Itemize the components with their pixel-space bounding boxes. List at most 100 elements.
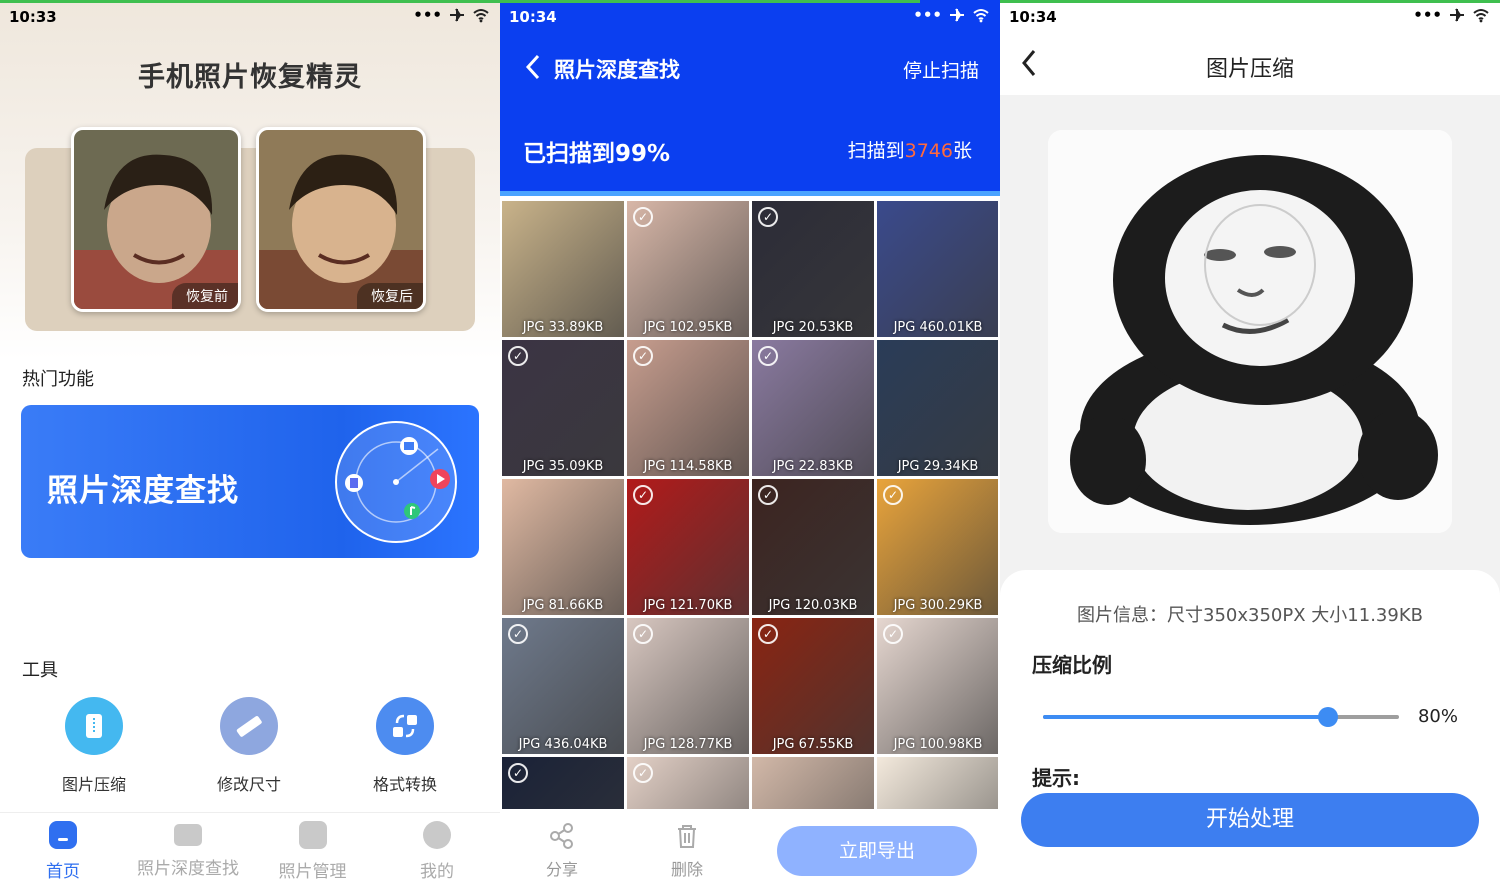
compress-panel: 图片信息：尺寸350x350PX 大小11.39KB 压缩比例 80% 提示: … — [1000, 570, 1500, 888]
before-photo: 恢复前 — [71, 127, 241, 312]
photo-meta: JPG 35.09KB — [522, 459, 604, 474]
photo-thumbnail[interactable]: ✓ JPG 114.58KB — [627, 340, 749, 476]
share-icon — [550, 823, 573, 849]
photo-meta: JPG 100.98KB — [893, 737, 983, 752]
photo-meta: JPG 436.04KB — [518, 737, 608, 752]
select-checkbox[interactable]: ✓ — [508, 763, 528, 783]
panda-meme-image — [1048, 130, 1452, 533]
photo-thumbnail[interactable]: ✓ JPG 102.95KB — [627, 201, 749, 337]
briefcase-icon — [174, 824, 202, 846]
stop-scan-button[interactable]: 停止扫描 — [903, 56, 979, 83]
photo-meta: JPG 128.77KB — [643, 737, 733, 752]
photo-meta: JPG 20.53KB — [772, 320, 854, 335]
photo-meta: JPG 102.95KB — [643, 320, 733, 335]
start-process-button[interactable]: 开始处理 — [1021, 793, 1479, 847]
select-checkbox[interactable]: ✓ — [758, 624, 778, 644]
nav-photo-manage[interactable]: 照片管理 — [275, 821, 350, 882]
photo-thumbnail[interactable] — [752, 757, 874, 809]
select-checkbox[interactable]: ✓ — [758, 485, 778, 505]
photo-thumbnail[interactable]: JPG 81.66KB — [502, 479, 624, 615]
select-checkbox[interactable]: ✓ — [633, 624, 653, 644]
airplane-icon — [1450, 8, 1464, 22]
compress-screen: 10:34 ••• 图片压缩 图片信息：尺寸350x350PX 大小11.39K… — [1000, 0, 1500, 888]
ratio-slider-fill — [1043, 715, 1328, 719]
select-checkbox[interactable]: ✓ — [633, 485, 653, 505]
ratio-slider-knob[interactable] — [1317, 707, 1338, 727]
status-bar: 10:33 ••• — [0, 0, 500, 34]
home-icon — [49, 821, 77, 849]
photo-thumbnail[interactable]: ✓ JPG 22.83KB — [752, 340, 874, 476]
select-checkbox[interactable]: ✓ — [883, 624, 903, 644]
dots-icon: ••• — [413, 6, 442, 24]
select-checkbox[interactable]: ✓ — [883, 485, 903, 505]
ratio-label: 压缩比例 — [1032, 653, 1112, 677]
trash-icon — [678, 825, 696, 848]
photo-thumbnail[interactable]: JPG 29.34KB — [877, 340, 998, 476]
status-time: 10:34 — [1009, 8, 1057, 26]
photo-thumbnail[interactable]: ✓ JPG 121.70KB — [627, 479, 749, 615]
status-bar: 10:34 ••• — [500, 0, 1000, 34]
tool-compress-label: 图片压缩 — [61, 775, 126, 794]
select-checkbox[interactable]: ✓ — [633, 346, 653, 366]
compress-title: 图片压缩 — [1205, 57, 1294, 82]
photo-thumbnail[interactable]: ✓ JPG 67.55KB — [752, 618, 874, 754]
back-arrow-icon[interactable] — [524, 54, 542, 80]
photo-meta: JPG 121.70KB — [643, 598, 733, 613]
select-checkbox[interactable]: ✓ — [758, 207, 778, 227]
photo-thumbnail[interactable]: ✓ JPG 100.98KB — [877, 618, 998, 754]
photo-thumbnail[interactable]: ✓ JPG 35.09KB — [502, 340, 624, 476]
photo-meta: JPG 81.66KB — [522, 598, 604, 613]
photo-thumbnail[interactable]: ✓ JPG 128.77KB — [627, 618, 749, 754]
wifi-icon — [473, 9, 489, 23]
scan-header: 10:34 ••• 照片深度查找 停止扫描 已扫描到99% 扫描到3746张 — [500, 0, 1000, 196]
photo-thumbnail[interactable]: ✓ — [502, 757, 624, 809]
select-checkbox[interactable]: ✓ — [633, 207, 653, 227]
tools-section-title: 工具 — [22, 660, 58, 681]
tool-compress[interactable]: 图片压缩 — [39, 697, 149, 795]
share-button[interactable]: 分享 — [532, 822, 592, 880]
tool-resize[interactable]: 修改尺寸 — [194, 697, 304, 795]
select-checkbox[interactable]: ✓ — [758, 346, 778, 366]
delete-button[interactable]: 删除 — [657, 822, 717, 880]
photo-thumbnail[interactable] — [877, 757, 998, 809]
photo-thumbnail[interactable]: ✓ JPG 436.04KB — [502, 618, 624, 754]
photo-meta: JPG 460.01KB — [893, 320, 983, 335]
nav-deep-search[interactable]: 照片深度查找 — [132, 821, 244, 879]
photo-thumbnail[interactable]: ✓ JPG 120.03KB — [752, 479, 874, 615]
select-checkbox[interactable]: ✓ — [508, 624, 528, 644]
count-value: 3746 — [904, 140, 953, 162]
photo-thumbnail[interactable]: JPG 33.89KB — [502, 201, 624, 337]
photo-thumbnail[interactable]: ✓ JPG 300.29KB — [877, 479, 998, 615]
deep-search-banner[interactable]: 照片深度查找 — [21, 405, 479, 558]
tool-resize-label: 修改尺寸 — [216, 775, 281, 794]
airplane-icon — [950, 8, 964, 22]
tip-label: 提示: — [1032, 766, 1080, 790]
after-tag: 恢复后 — [357, 283, 423, 309]
select-checkbox[interactable]: ✓ — [633, 763, 653, 783]
nav-deep-search-label: 照片深度查找 — [137, 859, 239, 879]
home-screen: 10:33 ••• 手机照片恢复精灵 恢复前 恢复后 热门功能 照片深度查找 工… — [0, 0, 500, 888]
photo-thumbnail[interactable]: JPG 460.01KB — [877, 201, 998, 337]
wifi-icon — [1473, 9, 1489, 23]
select-checkbox[interactable]: ✓ — [508, 346, 528, 366]
tool-convert[interactable]: 格式转换 — [350, 697, 460, 795]
scan-title: 照片深度查找 — [554, 58, 680, 82]
photo-thumbnail[interactable]: ✓ JPG 20.53KB — [752, 201, 874, 337]
nav-photo-manage-label: 照片管理 — [278, 862, 347, 882]
airplane-icon — [450, 8, 464, 22]
photo-meta: JPG 114.58KB — [643, 459, 733, 474]
scan-screen: 10:34 ••• 照片深度查找 停止扫描 已扫描到99% 扫描到3746张 J… — [500, 0, 1000, 888]
ratio-slider[interactable] — [1043, 707, 1399, 727]
photo-meta: JPG 22.83KB — [772, 459, 854, 474]
nav-home-label: 首页 — [46, 862, 80, 882]
export-button[interactable]: 立即导出 — [777, 826, 977, 876]
nav-home[interactable]: 首页 — [43, 821, 83, 882]
photo-thumbnail[interactable]: ✓ — [627, 757, 749, 809]
scan-progress-bar — [500, 191, 1000, 196]
scan-progress-text: 已扫描到99% — [523, 141, 671, 167]
status-time: 10:33 — [9, 8, 57, 26]
nav-mine[interactable]: 我的 — [417, 821, 457, 882]
status-icons: ••• — [1413, 6, 1490, 24]
scan-count: 扫描到3746张 — [848, 136, 972, 163]
photo-meta: JPG 29.34KB — [897, 459, 979, 474]
